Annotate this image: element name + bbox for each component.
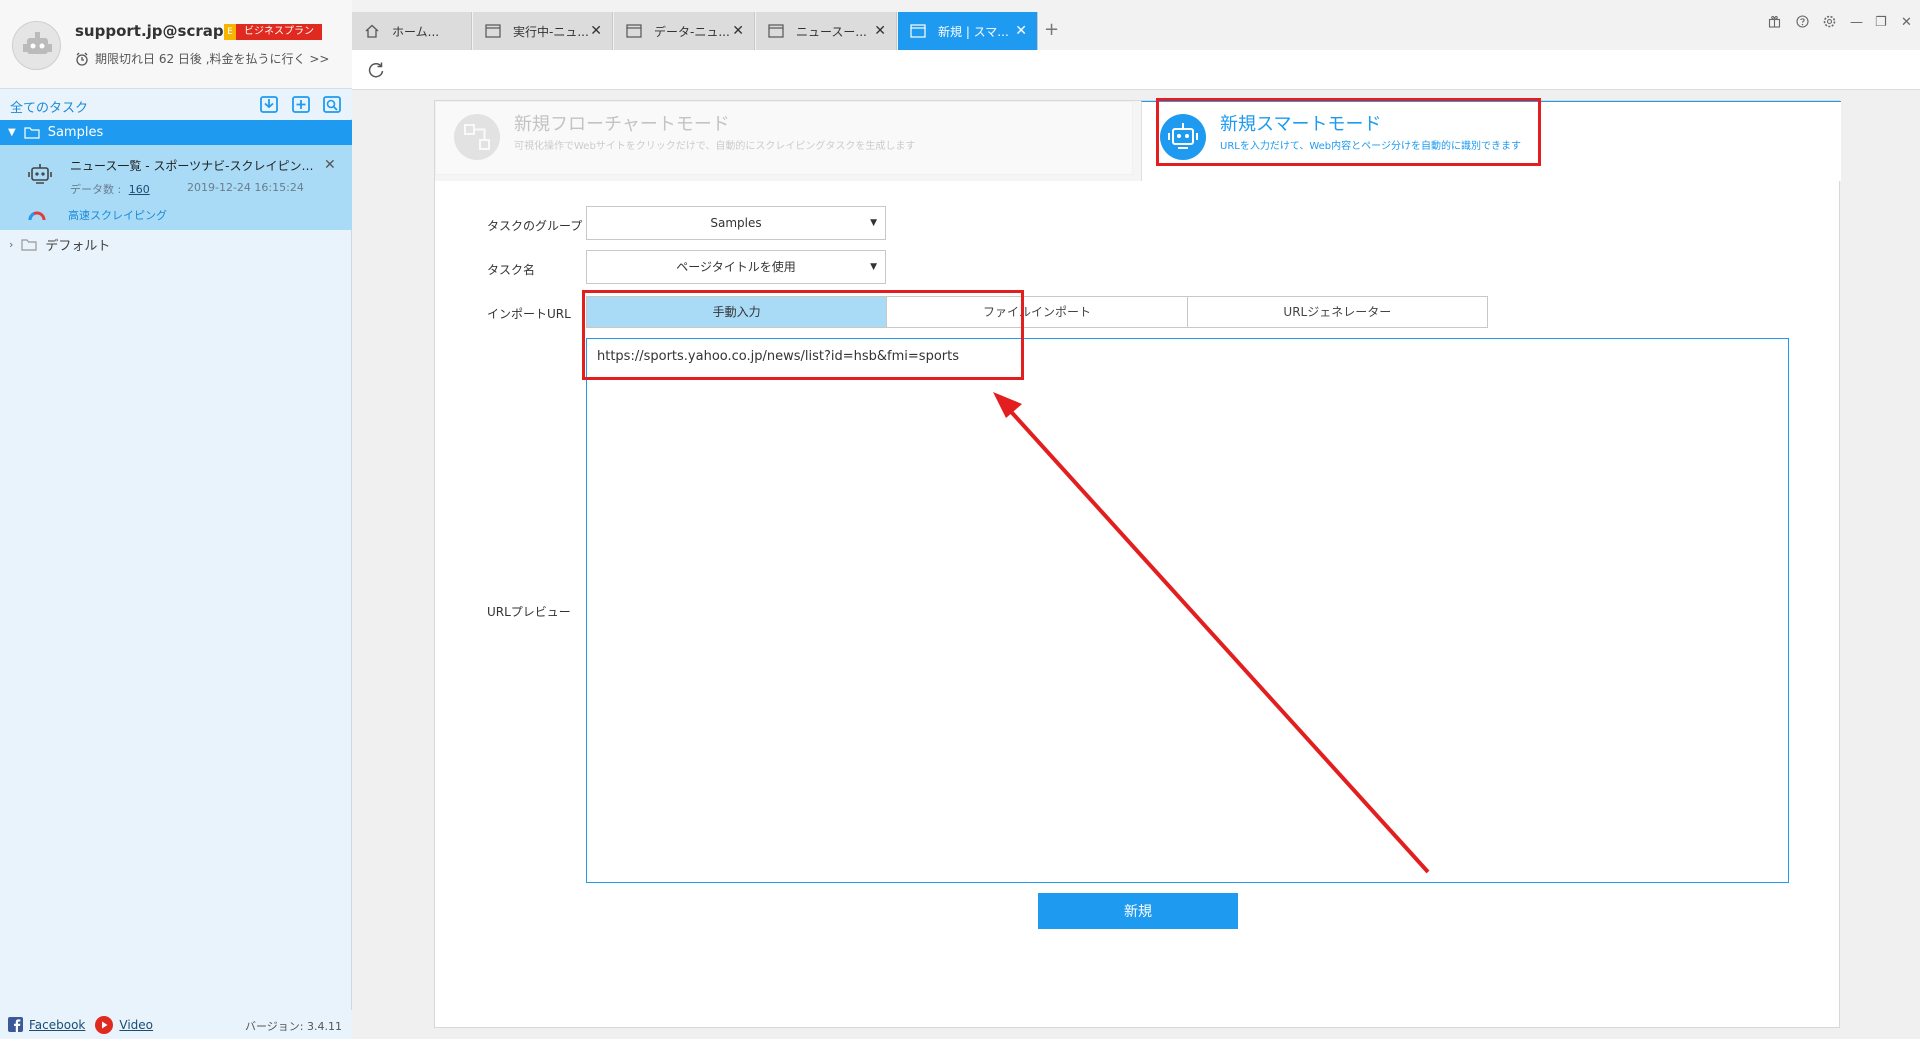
plan-badge: ビジネスプラン bbox=[236, 24, 322, 40]
window-icon bbox=[485, 24, 501, 38]
window-icon bbox=[768, 24, 784, 38]
all-tasks-label[interactable]: 全てのタスク bbox=[10, 97, 88, 116]
task-name-label: タスク名 bbox=[487, 263, 536, 277]
nav-bar bbox=[352, 50, 1920, 90]
task-date: 2019-12-24 16:15:24 bbox=[187, 181, 304, 194]
alarm-clock-icon bbox=[76, 52, 88, 66]
task-group-value: Samples bbox=[710, 216, 762, 230]
facebook-icon[interactable] bbox=[8, 1017, 23, 1032]
folder-icon bbox=[21, 238, 38, 251]
search-task-icon[interactable] bbox=[322, 94, 342, 114]
url-preview-label: URLプレビュー bbox=[487, 605, 571, 619]
window-icon bbox=[910, 24, 926, 38]
import-task-icon[interactable] bbox=[259, 94, 279, 114]
highlight-box-url-input bbox=[582, 290, 1024, 380]
youtube-icon[interactable] bbox=[95, 1015, 114, 1034]
task-group-label: タスクのグループ bbox=[487, 219, 583, 233]
group-samples[interactable]: ▼ Samples bbox=[0, 120, 352, 145]
window-icon bbox=[626, 24, 642, 38]
restore-icon[interactable]: ❐ bbox=[1875, 15, 1887, 30]
task-group-select[interactable]: Samples ▼ bbox=[586, 206, 886, 240]
avatar[interactable] bbox=[12, 21, 61, 70]
tab-news[interactable]: ニュースー... ✕ bbox=[756, 12, 897, 50]
task-speed-mode[interactable]: 高速スクレイピング bbox=[68, 207, 167, 223]
group-label: Samples bbox=[47, 125, 104, 140]
add-task-icon[interactable] bbox=[291, 94, 311, 114]
url-input[interactable]: https://sports.yahoo.co.jp/news/list?id=… bbox=[586, 338, 1789, 883]
robot-avatar-icon bbox=[23, 32, 52, 54]
task-name-select[interactable]: ページタイトルを使用 ▼ bbox=[586, 250, 886, 284]
task-toolbar: 全てのタスク bbox=[0, 89, 352, 119]
tab-label: 実行中-ニュ... bbox=[513, 24, 589, 39]
tab-label: データ-ニュ... bbox=[654, 24, 730, 39]
account-panel: support.jp@scrap… E ビジネスプラン 期限切れ日 62 日後 … bbox=[0, 0, 352, 89]
tab-label: ホーム... bbox=[392, 24, 440, 39]
tab-new-smart[interactable]: 新規 | スマ... ✕ bbox=[898, 12, 1038, 50]
tab-data[interactable]: データ-ニュ... ✕ bbox=[614, 12, 755, 50]
close-icon[interactable]: ✕ bbox=[1015, 23, 1027, 39]
version-label: バージョン: 3.4.11 bbox=[245, 1020, 342, 1033]
plan-letter-badge: E bbox=[224, 24, 236, 40]
task-data-label: データ数 : bbox=[70, 183, 122, 196]
sidebar: support.jp@scrap… E ビジネスプラン 期限切れ日 62 日後 … bbox=[0, 0, 352, 1039]
tab-url-generator[interactable]: URLジェネレーター bbox=[1187, 296, 1488, 328]
speedometer-icon bbox=[28, 211, 46, 221]
help-icon[interactable] bbox=[1796, 15, 1809, 32]
folder-icon bbox=[24, 127, 40, 139]
tab-running[interactable]: 実行中-ニュ... ✕ bbox=[473, 12, 613, 50]
chevron-right-icon[interactable]: › bbox=[9, 238, 13, 251]
caret-down-icon: ▼ bbox=[870, 262, 877, 272]
gift-icon[interactable] bbox=[1768, 15, 1781, 32]
close-window-icon[interactable]: ✕ bbox=[1901, 15, 1912, 30]
task-title[interactable]: ニュース一覧 - スポーツナビ-スクレイピン… bbox=[70, 157, 313, 174]
task-data-count: データ数 : 160 bbox=[70, 181, 150, 197]
expiry-notice[interactable]: 期限切れ日 62 日後 ,料金を払うに行く >> bbox=[75, 50, 329, 67]
mode-selector: 新規フローチャートモード 可視化操作でWebサイトをクリックだけで、自動的にスク… bbox=[435, 101, 1841, 181]
flowchart-mode-desc: 可視化操作でWebサイトをクリックだけで、自動的にスクレイピングタスクを生成しま… bbox=[514, 141, 916, 152]
close-icon[interactable]: ✕ bbox=[732, 23, 744, 39]
group-default[interactable]: › デフォルト bbox=[0, 233, 352, 255]
new-task-panel: 新規フローチャートモード 可視化操作でWebサイトをクリックだけで、自動的にスク… bbox=[434, 100, 1841, 1028]
reload-icon[interactable] bbox=[366, 60, 386, 80]
tab-label: ニュースー... bbox=[796, 24, 867, 39]
add-tab-icon[interactable]: + bbox=[1044, 19, 1059, 40]
highlight-box-smart-mode bbox=[1156, 98, 1541, 166]
tab-home[interactable]: ホーム... bbox=[352, 12, 472, 50]
close-icon[interactable]: ✕ bbox=[324, 157, 336, 173]
robot-icon bbox=[28, 164, 52, 184]
home-icon bbox=[365, 24, 379, 38]
group-label: デフォルト bbox=[45, 238, 111, 254]
close-icon[interactable]: ✕ bbox=[590, 23, 602, 39]
caret-down-icon: ▼ bbox=[870, 218, 877, 228]
chevron-down-icon[interactable]: ▼ bbox=[8, 127, 16, 138]
facebook-link[interactable]: Facebook bbox=[29, 1018, 85, 1032]
task-name-value: ページタイトルを使用 bbox=[676, 260, 796, 274]
import-url-label: インポートURL bbox=[487, 307, 571, 321]
flowchart-icon bbox=[454, 114, 500, 160]
video-link[interactable]: Video bbox=[119, 1018, 153, 1032]
task-item[interactable]: ニュース一覧 - スポーツナビ-スクレイピン… ✕ データ数 : 160 201… bbox=[0, 145, 352, 230]
account-email[interactable]: support.jp@scrap… bbox=[75, 22, 239, 40]
tab-bar: ホーム... 実行中-ニュ... ✕ データ-ニュ... ✕ ニュースー... … bbox=[352, 0, 1920, 50]
minimize-icon[interactable]: — bbox=[1850, 15, 1863, 30]
create-button[interactable]: 新規 bbox=[1038, 893, 1238, 929]
expiry-text: 期限切れ日 62 日後 ,料金を払うに行く >> bbox=[95, 52, 330, 66]
task-data-count-value[interactable]: 160 bbox=[129, 183, 150, 196]
flowchart-mode-title: 新規フローチャートモード bbox=[514, 114, 730, 135]
gear-icon[interactable] bbox=[1823, 15, 1836, 32]
sidebar-footer: Facebook Video バージョン: 3.4.11 bbox=[0, 1010, 352, 1039]
tab-label: 新規 | スマ... bbox=[938, 24, 1009, 39]
close-icon[interactable]: ✕ bbox=[874, 23, 886, 39]
flowchart-mode-option[interactable]: 新規フローチャートモード 可視化操作でWebサイトをクリックだけで、自動的にスク… bbox=[435, 101, 1133, 175]
